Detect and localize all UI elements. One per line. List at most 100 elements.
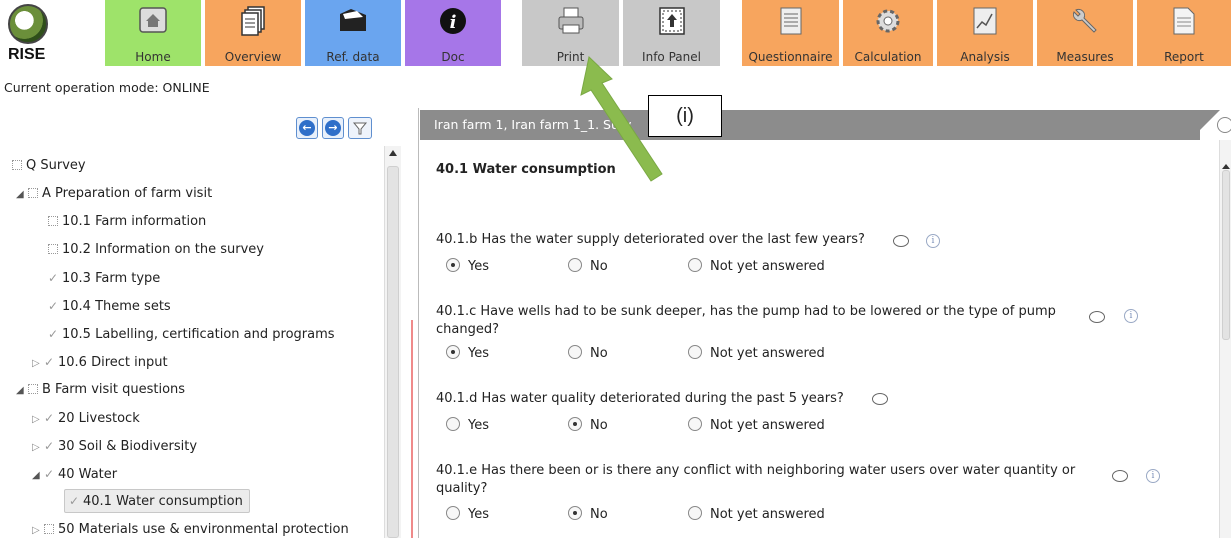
option-label: Yes (468, 507, 489, 522)
logo-emblem (8, 4, 48, 44)
question-panel: 40.1 Water consumption 40.1.b Has the wa… (420, 140, 1220, 538)
option-label: Not yet answered (710, 346, 825, 361)
questionnaire-button[interactable]: Questionnaire (742, 0, 839, 66)
measures-label: Measures (1056, 50, 1114, 64)
calculation-button[interactable]: Calculation (843, 0, 933, 66)
radio-no[interactable] (568, 258, 582, 272)
comment-icon[interactable] (893, 235, 909, 247)
annotation-callout: (i) (648, 95, 722, 137)
doc-label: Doc (441, 50, 465, 64)
checkmark-icon: ✓ (44, 439, 55, 453)
radio-yes[interactable] (446, 258, 460, 272)
overview-button[interactable]: Overview (205, 0, 301, 66)
answer-options: Yes No Not yet answered (446, 258, 946, 276)
comment-icon[interactable] (872, 393, 888, 405)
tree-item-a-preparation[interactable]: ◢ A Preparation of farm visit (16, 184, 212, 204)
radio-no[interactable] (568, 506, 582, 520)
scrollbar-thumb[interactable] (387, 166, 399, 538)
tree-item-10-1[interactable]: 10.1 Farm information (48, 212, 206, 232)
question-text: 40.1.e Has there been or is there any co… (436, 463, 1076, 496)
option-not-answered[interactable]: Not yet answered (688, 345, 825, 361)
comment-icon[interactable] (1112, 470, 1128, 482)
option-not-answered[interactable]: Not yet answered (688, 506, 825, 522)
radio-not-answered[interactable] (688, 506, 702, 520)
expanded-triangle-icon[interactable]: ◢ (16, 381, 28, 401)
radio-not-answered[interactable] (688, 258, 702, 272)
survey-header: Iran farm 1, Iran farm 1_1. Surv (420, 110, 1231, 140)
scroll-up-icon[interactable] (389, 150, 397, 156)
print-label: Print (556, 50, 585, 64)
overview-label: Overview (224, 50, 282, 64)
tree-item-10-5[interactable]: ✓ 10.5 Labelling, certification and progr… (48, 324, 335, 344)
radio-no[interactable] (568, 417, 582, 431)
calculation-label: Calculation (854, 50, 922, 64)
radio-not-answered[interactable] (688, 345, 702, 359)
option-yes[interactable]: Yes (446, 506, 489, 522)
radio-no[interactable] (568, 345, 582, 359)
info-circle-icon[interactable]: i (1146, 469, 1160, 483)
option-no[interactable]: No (568, 417, 608, 433)
expanded-triangle-icon[interactable]: ◢ (16, 185, 28, 205)
tree-item-40-water[interactable]: ◢ ✓ 40 Water (32, 464, 117, 484)
option-not-answered[interactable]: Not yet answered (688, 417, 825, 433)
option-no[interactable]: No (568, 506, 608, 522)
radio-yes[interactable] (446, 417, 460, 431)
tree-item-30-soil[interactable]: ▷ ✓ 30 Soil & Biodiversity (32, 436, 197, 456)
expanded-triangle-icon[interactable]: ◢ (32, 466, 44, 486)
radio-yes[interactable] (446, 345, 460, 359)
tree-item-20-livestock[interactable]: ▷ ✓ 20 Livestock (32, 408, 140, 428)
analysis-button[interactable]: Analysis (937, 0, 1033, 66)
option-yes[interactable]: Yes (446, 258, 489, 274)
comment-icon[interactable] (1089, 311, 1105, 323)
collapsed-triangle-icon[interactable]: ▷ (32, 410, 44, 430)
tree-item-10-6[interactable]: ▷ ✓ 10.6 Direct input (32, 352, 168, 372)
node-icon (48, 244, 58, 254)
tree-item-label: 10.2 Information on the survey (62, 242, 264, 257)
info-panel-button[interactable]: Info Panel (623, 0, 720, 66)
scroll-up-icon[interactable] (1222, 164, 1230, 169)
tree-item-q-survey[interactable]: Q Survey (12, 156, 86, 176)
tree-item-10-2[interactable]: 10.2 Information on the survey (48, 240, 264, 260)
gear-icon (876, 9, 900, 33)
print-button[interactable]: Print (522, 0, 619, 66)
tree-item-label: 30 Soil & Biodiversity (58, 439, 198, 454)
content-scrollbar[interactable] (1219, 140, 1231, 538)
measures-button[interactable]: Measures (1037, 0, 1133, 66)
comment-icon[interactable] (1217, 117, 1231, 133)
home-button[interactable]: Home (105, 0, 201, 66)
option-not-answered[interactable]: Not yet answered (688, 258, 825, 274)
report-icon (1173, 7, 1195, 35)
report-button[interactable]: Report (1137, 0, 1231, 66)
tree-scrollbar[interactable] (384, 146, 401, 538)
report-label: Report (1164, 50, 1204, 64)
radio-yes[interactable] (446, 506, 460, 520)
option-no[interactable]: No (568, 345, 608, 361)
operation-mode-text: Current operation mode: ONLINE (4, 80, 210, 95)
ref-data-button[interactable]: Ref. data (305, 0, 401, 66)
tree-item-10-3[interactable]: ✓ 10.3 Farm type (48, 268, 160, 288)
questionnaire-icon (780, 7, 801, 35)
info-circle-icon[interactable]: i (926, 234, 940, 248)
option-yes[interactable]: Yes (446, 417, 489, 433)
scrollbar-thumb[interactable] (1222, 170, 1230, 340)
collapsed-triangle-icon[interactable]: ▷ (32, 354, 44, 374)
doc-button[interactable]: i Doc (405, 0, 501, 66)
panel-divider[interactable] (418, 108, 419, 538)
arrow-right-icon: → (325, 120, 341, 136)
back-button[interactable]: ← (296, 117, 318, 139)
collapsed-triangle-icon[interactable]: ▷ (32, 438, 44, 458)
tree-item-40-1-selected[interactable]: ✓ 40.1 Water consumption (64, 489, 250, 513)
radio-not-answered[interactable] (688, 417, 702, 431)
tree-item-10-4[interactable]: ✓ 10.4 Theme sets (48, 296, 171, 316)
tree-item-b-farm-visit[interactable]: ◢ B Farm visit questions (16, 380, 185, 400)
resize-indicator (411, 320, 413, 538)
option-no[interactable]: No (568, 258, 608, 274)
info-circle-icon[interactable]: i (1124, 309, 1138, 323)
collapsed-triangle-icon[interactable]: ▷ (32, 521, 44, 538)
survey-tree: Q Survey ◢ A Preparation of farm visit 10… (0, 152, 400, 538)
forward-button[interactable]: → (322, 117, 344, 139)
option-yes[interactable]: Yes (446, 345, 489, 361)
tree-item-50-materials[interactable]: ▷ 50 Materials use & environmental protec… (32, 520, 349, 538)
filter-button[interactable] (348, 117, 372, 139)
option-label: No (590, 507, 608, 522)
